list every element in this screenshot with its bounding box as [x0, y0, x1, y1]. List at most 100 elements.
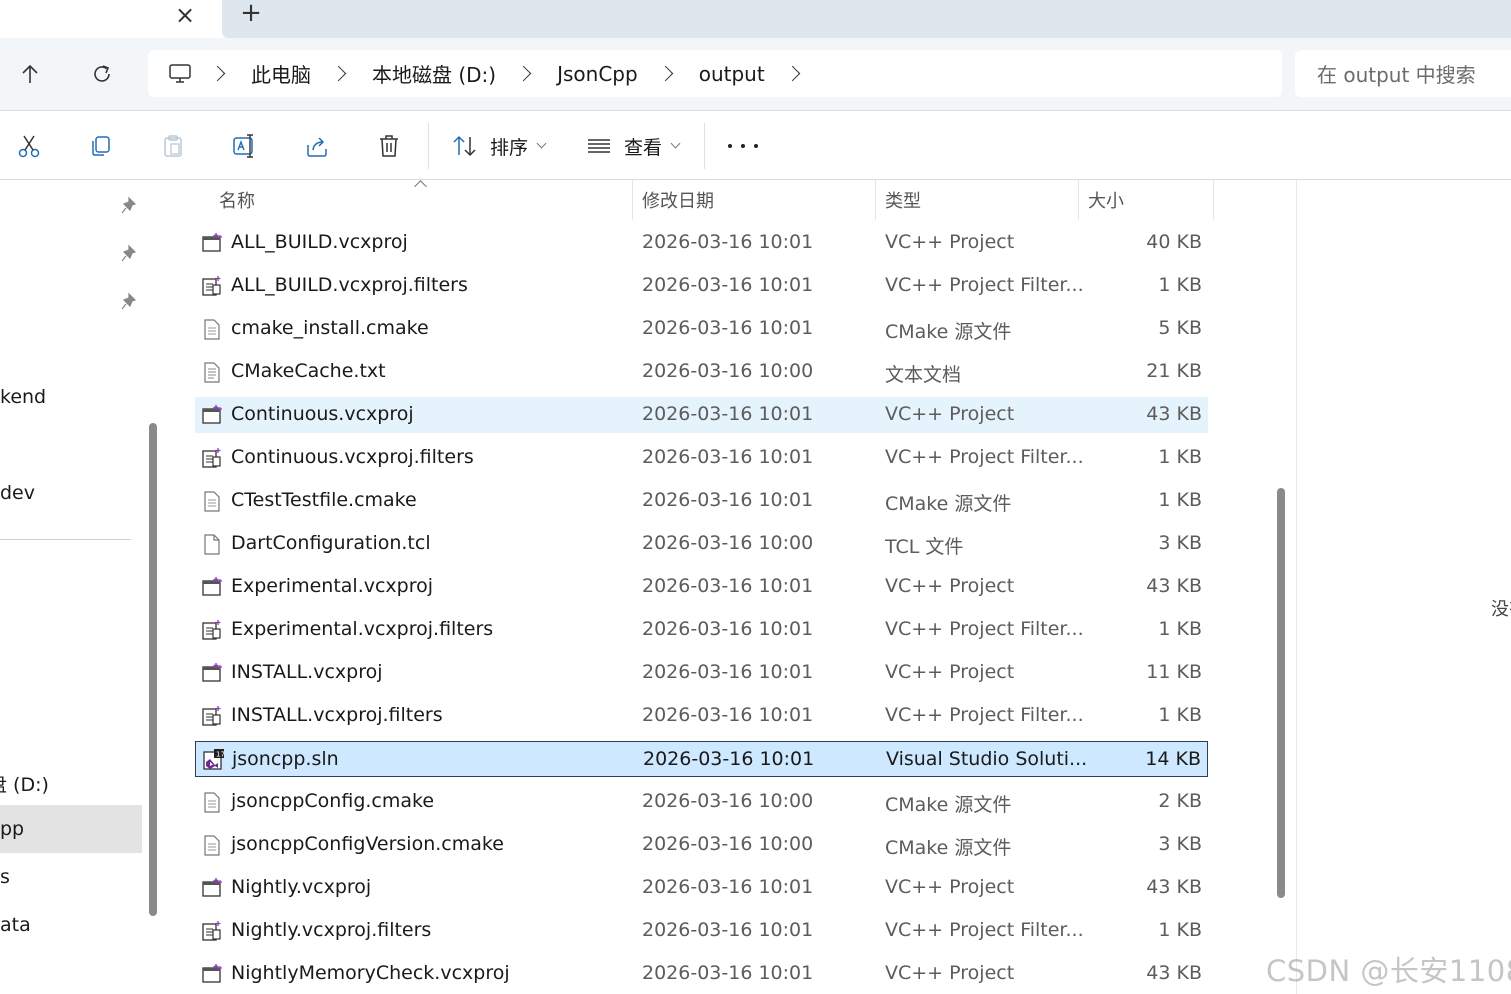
file-modified: 2026-03-16 10:01 [642, 489, 814, 511]
file-type: VC++ Project [885, 575, 1015, 597]
file-type: CMake 源文件 [885, 837, 1012, 859]
file-size: 43 KB [1146, 575, 1202, 597]
chevron-down-icon [670, 138, 681, 149]
toolbar-divider [704, 123, 705, 169]
file-size: 3 KB [1158, 833, 1202, 855]
file-name: Experimental.vcxproj.filters [231, 618, 494, 640]
pin-icon[interactable] [120, 292, 138, 312]
vcxproj-icon [201, 662, 223, 684]
file-row[interactable]: CTestTestfile.cmake 2026-03-16 10:01 CMake… [195, 483, 1208, 519]
file-row[interactable]: INSTALL.vcxproj.filters 2026-03-16 10:01 V… [195, 698, 1208, 734]
new-tab-icon[interactable]: + [236, 0, 266, 30]
refresh-icon[interactable] [84, 58, 120, 90]
file-type: CMake 源文件 [885, 493, 1012, 515]
file-row[interactable]: DartConfiguration.tcl 2026-03-16 10:00 TCL… [195, 526, 1208, 562]
up-arrow-icon[interactable] [12, 58, 48, 90]
file-row[interactable]: 17 jsoncpp.sln 2026-03-16 10:01 Visual Stud… [195, 741, 1208, 777]
file-list-scrollbar[interactable] [1277, 488, 1285, 898]
file-row[interactable]: jsoncppConfig.cmake 2026-03-16 10:00 CMake… [195, 784, 1208, 820]
file-modified: 2026-03-16 10:00 [642, 790, 814, 812]
breadcrumb-output[interactable]: output [697, 62, 767, 86]
copy-icon[interactable] [84, 129, 118, 163]
close-tab-icon[interactable]: × [170, 2, 200, 32]
file-type: VC++ Project [885, 661, 1015, 683]
nav-item[interactable]: kend [0, 386, 46, 408]
rename-icon[interactable] [228, 129, 262, 163]
file-name: INSTALL.vcxproj.filters [231, 704, 443, 726]
file-row[interactable]: Continuous.vcxproj.filters 2026-03-16 10:… [195, 440, 1208, 476]
file-name: cmake_install.cmake [231, 317, 429, 339]
pin-icon[interactable] [120, 244, 138, 264]
chevron-right-icon[interactable] [330, 65, 347, 82]
file-size: 43 KB [1146, 876, 1202, 898]
column-header-size[interactable]: 大小 [1088, 180, 1124, 220]
file-type: 文本文档 [885, 364, 962, 386]
vcxproj-icon [201, 404, 223, 426]
chevron-right-icon[interactable] [784, 65, 800, 82]
cut-icon[interactable] [12, 129, 46, 163]
delete-icon[interactable] [372, 129, 406, 163]
breadcrumb-this-pc[interactable]: 此电脑 [249, 59, 313, 88]
column-header-type[interactable]: 类型 [885, 180, 921, 220]
details-pane: 没有 [1296, 180, 1511, 994]
column-divider[interactable] [875, 180, 876, 220]
file-type: CMake 源文件 [885, 321, 1012, 343]
search-input[interactable]: 在 output 中搜索 [1295, 50, 1511, 97]
more-options-icon[interactable] [728, 129, 758, 163]
file-row[interactable]: Nightly.vcxproj 2026-03-16 10:01 VC++ Proj… [195, 870, 1208, 906]
breadcrumb-local-disk[interactable]: 本地磁盘 (D:) [370, 59, 498, 88]
file-row[interactable]: Continuous.vcxproj 2026-03-16 10:01 VC++ P… [195, 397, 1208, 433]
address-bar[interactable]: 此电脑 本地磁盘 (D:) JsonCpp output [148, 50, 1282, 97]
view-button[interactable]: 查看 [586, 129, 681, 163]
sort-label: 排序 [490, 136, 529, 159]
nav-item[interactable]: dev [0, 482, 35, 504]
file-row[interactable]: Nightly.vcxproj.filters 2026-03-16 10:01 V… [195, 913, 1208, 949]
pin-icon[interactable] [120, 196, 138, 216]
filters-icon [201, 275, 223, 297]
file-size: 14 KB [1145, 748, 1201, 770]
column-header-modified[interactable]: 修改日期 [642, 180, 714, 220]
file-row[interactable]: Experimental.vcxproj.filters 2026-03-16 1… [195, 612, 1208, 648]
file-size: 1 KB [1158, 704, 1202, 726]
sort-button[interactable]: 排序 [452, 129, 547, 163]
file-size: 21 KB [1146, 360, 1202, 382]
toolbar-divider [428, 123, 429, 169]
file-row[interactable]: ALL_BUILD.vcxproj.filters 2026-03-16 10:0… [195, 268, 1208, 304]
file-size: 1 KB [1158, 274, 1202, 296]
file-row[interactable]: ALL_BUILD.vcxproj 2026-03-16 10:01 VC++ Pr… [195, 225, 1208, 261]
file-row[interactable]: Experimental.vcxproj 2026-03-16 10:01 VC++… [195, 569, 1208, 605]
file-modified: 2026-03-16 10:01 [642, 661, 814, 683]
column-divider[interactable] [1213, 180, 1214, 220]
file-row[interactable]: CMakeCache.txt 2026-03-16 10:00 文本文档 21 KB [195, 354, 1208, 390]
nav-divider [0, 539, 131, 540]
nav-pane-scrollbar[interactable] [149, 423, 157, 916]
file-row[interactable]: jsoncppConfigVersion.cmake 2026-03-16 10:… [195, 827, 1208, 863]
chevron-right-icon[interactable] [657, 65, 673, 82]
chevron-right-icon[interactable] [209, 65, 226, 82]
nav-item-jsoncpp[interactable]: pp [0, 818, 24, 840]
file-name: ALL_BUILD.vcxproj.filters [231, 274, 468, 296]
computer-icon[interactable] [168, 63, 192, 85]
column-divider[interactable] [632, 180, 633, 220]
column-divider[interactable] [1078, 180, 1079, 220]
file-list: 名称 修改日期 类型 大小 ALL_BUILD.vcxproj 2026-03-1… [170, 180, 1295, 994]
filters-icon [201, 920, 223, 942]
file-size: 1 KB [1158, 919, 1202, 941]
breadcrumb-jsoncpp[interactable]: JsonCpp [555, 62, 640, 86]
command-bar: 排序 查看 [0, 111, 1511, 180]
nav-item-local-disk[interactable]: 盘 (D:) [0, 770, 49, 797]
nav-item[interactable]: ata [0, 914, 31, 936]
chevron-right-icon[interactable] [515, 65, 532, 82]
vcxproj-icon [201, 576, 223, 598]
column-header-name[interactable]: 名称 [219, 180, 255, 220]
file-modified: 2026-03-16 10:01 [642, 274, 814, 296]
view-label: 查看 [624, 136, 663, 159]
file-modified: 2026-03-16 10:01 [642, 704, 814, 726]
file-row[interactable]: cmake_install.cmake 2026-03-16 10:01 CMake… [195, 311, 1208, 347]
navigation-pane: kend e dev e 盘 (D:) pp s ata [0, 180, 160, 994]
file-row[interactable]: INSTALL.vcxproj 2026-03-16 10:01 VC++ Proj… [195, 655, 1208, 691]
file-row[interactable]: NightlyMemoryCheck.vcxproj 2026-03-16 10:… [195, 956, 1208, 992]
nav-item[interactable]: s [0, 866, 10, 888]
paste-icon[interactable] [156, 129, 190, 163]
share-icon[interactable] [300, 129, 334, 163]
